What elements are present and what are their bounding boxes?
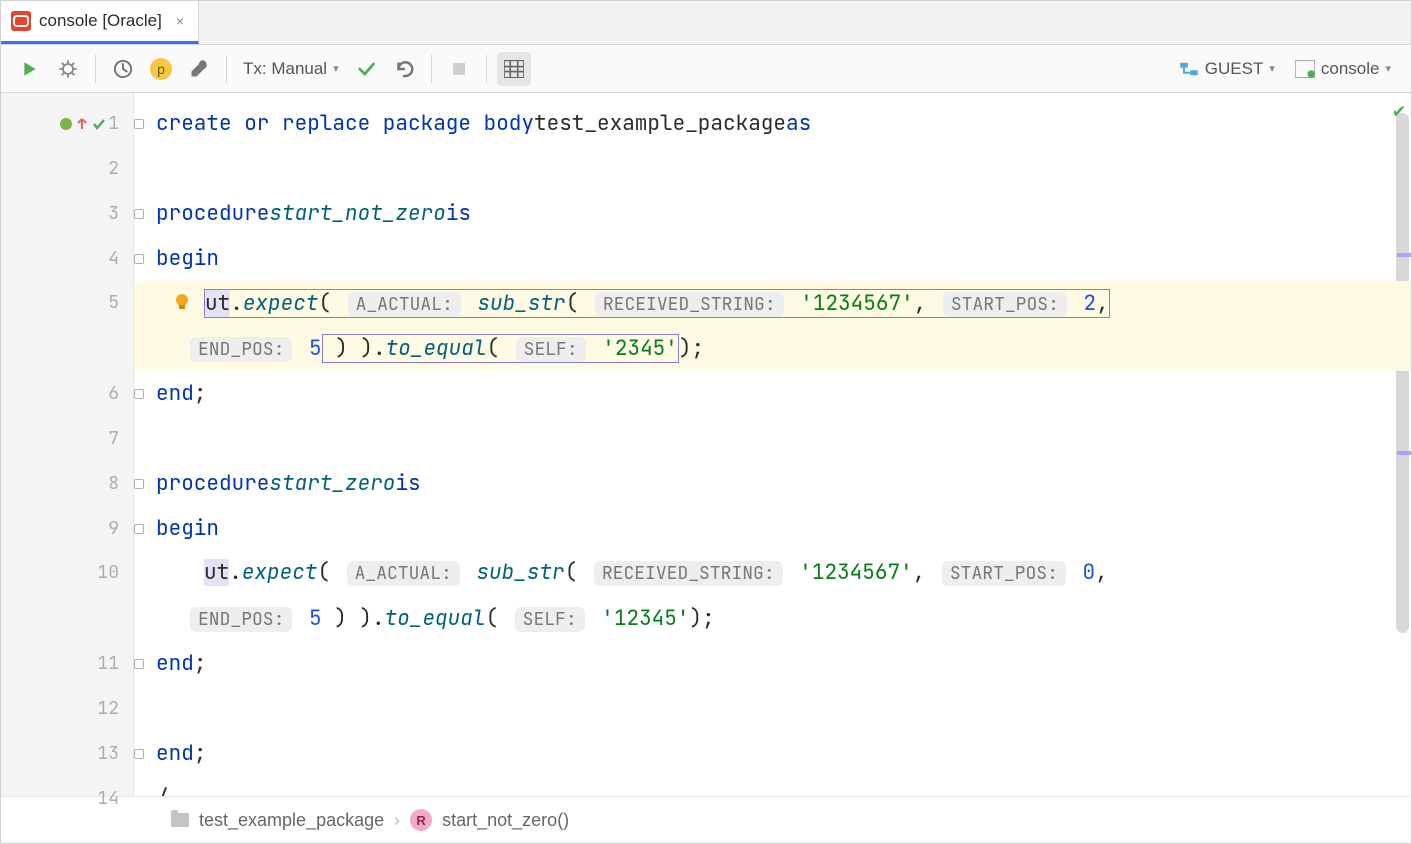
routine-icon: R [410,809,432,831]
stop-button[interactable] [442,52,476,86]
gutter: 1 2 3 4 5 6 7 8 9 10 11 12 13 14 [1,93,134,796]
intention-bulb-icon[interactable] [172,292,192,312]
code-line[interactable]: end; [134,371,1411,416]
editor: 1 2 3 4 5 6 7 8 9 10 11 12 13 14 ✔ creat… [1,93,1411,796]
editor-tab[interactable]: console [Oracle] × [1,1,199,44]
separator [95,55,96,83]
code-line[interactable] [134,686,1411,731]
code-line[interactable] [134,146,1411,191]
breadcrumb-item[interactable]: start_not_zero() [442,810,569,831]
oracle-icon [11,11,31,31]
commit-button[interactable] [349,52,383,86]
gutter-line[interactable]: 8 [1,461,133,506]
gutter-line[interactable]: 12 [1,686,133,731]
gutter-line[interactable]: 7 [1,416,133,461]
debug-button[interactable] [51,52,85,86]
settings-button[interactable] [182,52,216,86]
run-button[interactable] [13,52,47,86]
code-line[interactable]: ut.expect( A_ACTUAL: sub_str( RECEIVED_S… [134,551,1411,641]
gutter-line[interactable]: 6 [1,371,133,416]
gutter-line[interactable]: 10 [1,551,133,641]
code-line[interactable]: ut.expect( A_ACTUAL: sub_str( RECEIVED_S… [134,281,1411,371]
datasource-label: GUEST [1205,59,1264,79]
separator [226,55,227,83]
rollback-button[interactable] [387,52,421,86]
gutter-line[interactable]: 14 [1,776,133,821]
code-line[interactable]: end; [134,641,1411,686]
code-line[interactable]: / [134,776,1411,796]
folder-icon [171,813,189,827]
close-icon[interactable]: × [176,13,184,29]
gutter-line[interactable]: 5 [1,281,133,371]
code-line[interactable] [134,416,1411,461]
data-view-button[interactable] [497,52,531,86]
history-button[interactable] [106,52,140,86]
gutter-line[interactable]: 9 [1,506,133,551]
gutter-line[interactable]: 11 [1,641,133,686]
code-line[interactable]: begin [134,506,1411,551]
code-line[interactable]: procedure start_not_zero is [134,191,1411,236]
breadcrumb: test_example_package › R start_not_zero(… [1,796,1411,843]
separator [431,55,432,83]
gutter-line[interactable]: 13 [1,731,133,776]
code-area[interactable]: ✔ create or replace package body test_ex… [134,93,1411,796]
separator [486,55,487,83]
tx-label: Tx: Manual [243,59,327,79]
tab-title: console [Oracle] [39,11,162,31]
tab-bar: console [Oracle] × [1,1,1411,45]
datasource-dropdown[interactable]: GUEST ▾ [1171,59,1283,79]
session-label: console [1321,59,1380,79]
gutter-line[interactable]: 2 [1,146,133,191]
toolbar: p Tx: Manual ▾ GUEST ▾ console ▾ [1,45,1411,93]
code-line[interactable]: create or replace package body test_exam… [134,101,1411,146]
chevron-down-icon: ▾ [333,62,339,75]
session-dropdown[interactable]: console ▾ [1287,59,1399,79]
gutter-line[interactable]: 1 [1,101,133,146]
chevron-down-icon: ▾ [1385,62,1391,75]
breadcrumb-separator: › [394,810,400,831]
code-line[interactable]: end; [134,731,1411,776]
breadcrumb-item[interactable]: test_example_package [199,810,384,831]
tx-mode-dropdown[interactable]: Tx: Manual ▾ [237,59,345,79]
chevron-down-icon: ▾ [1269,62,1275,75]
code-line[interactable]: begin [134,236,1411,281]
p-button[interactable]: p [144,52,178,86]
code-line[interactable]: procedure start_zero is [134,461,1411,506]
gutter-line[interactable]: 3 [1,191,133,236]
gutter-line[interactable]: 4 [1,236,133,281]
